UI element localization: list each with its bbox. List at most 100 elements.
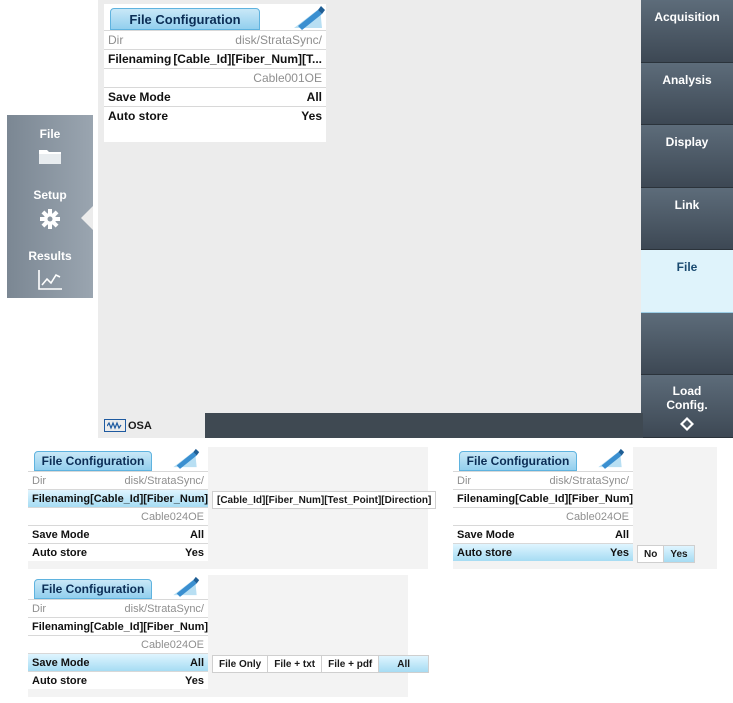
filenaming-row[interactable]: Filenaming [Cable_Id][Fiber_Num][T...: [28, 489, 208, 507]
filenaming-value: [Cable_Id][Fiber_Num][T...: [173, 52, 322, 66]
nav-file[interactable]: File: [7, 115, 93, 176]
panel-title: File Configuration: [34, 579, 152, 599]
panel-header: File Configuration: [28, 575, 208, 599]
nav-setup-label: Setup: [33, 188, 67, 202]
option-yes[interactable]: Yes: [664, 546, 694, 562]
auto-store-row[interactable]: Auto store Yes: [28, 671, 208, 689]
file-configuration-panel: File Configuration Dir disk/StrataSync/ …: [104, 4, 326, 142]
filenaming-label: Filenaming: [108, 52, 172, 66]
dir-label: Dir: [457, 474, 472, 487]
file-configuration-panel: File Configuration Dir disk/StrataSync/ …: [28, 575, 208, 689]
panel-title: File Configuration: [34, 451, 152, 471]
auto-store-value: Yes: [185, 546, 204, 559]
save-mode-example-panel: File Configuration Dir disk/StrataSync/ …: [28, 575, 430, 697]
filenaming-popup-text: [Cable_Id][Fiber_Num][Test_Point][Direct…: [217, 494, 432, 506]
swap-icon: [679, 416, 695, 435]
option-file-txt[interactable]: File + txt: [268, 656, 323, 672]
auto-store-row[interactable]: Auto store Yes: [28, 543, 208, 561]
filenaming-value: [Cable_Id][Fiber_Num][T...: [90, 620, 208, 633]
load-config-line1: Load: [672, 384, 702, 399]
softkey-acquisition[interactable]: Acquisition: [641, 0, 733, 63]
save-mode-options: File Only File + txt File + pdf All: [212, 655, 430, 673]
option-all[interactable]: All: [379, 656, 429, 672]
save-mode-value: All: [189, 656, 204, 669]
filename-value: Cable024OE: [141, 638, 204, 651]
chart-icon: [37, 269, 63, 294]
softkey-analysis[interactable]: Analysis: [641, 62, 733, 125]
filenaming-popup[interactable]: [Cable_Id][Fiber_Num][Test_Point][Direct…: [212, 491, 437, 509]
auto-store-example-panel: File Configuration Dir disk/StrataSync/ …: [453, 447, 717, 569]
dir-label: Dir: [32, 474, 47, 487]
filenaming-row[interactable]: Filenaming [Cable_Id][Fiber_Num][T...: [28, 617, 208, 635]
file-configuration-panel: File Configuration Dir disk/StrataSync/ …: [453, 447, 633, 561]
folder-icon: [38, 147, 62, 168]
filenaming-value: [Cable_Id][Fiber_Num][T...: [90, 492, 208, 505]
panel-header: File Configuration: [28, 447, 208, 471]
save-mode-row[interactable]: Save Mode All: [104, 87, 326, 106]
filename-value: Cable001OE: [253, 71, 322, 85]
auto-store-row[interactable]: Auto store Yes: [453, 543, 633, 561]
filenaming-row[interactable]: Filenaming [Cable_Id][Fiber_Num][T...: [104, 49, 326, 68]
filenaming-label: Filenaming: [32, 620, 91, 633]
save-mode-value: All: [306, 90, 322, 104]
softkey-display[interactable]: Display: [641, 125, 733, 188]
auto-store-value: Yes: [185, 674, 204, 687]
pen-icon: [170, 575, 200, 602]
save-mode-label: Save Mode: [32, 656, 90, 669]
option-file-only[interactable]: File Only: [213, 656, 269, 672]
status-bar-dark: [205, 413, 643, 438]
softkey-empty[interactable]: [641, 312, 733, 375]
status-bar: OSA: [98, 413, 643, 438]
panel-title: File Configuration: [459, 451, 577, 471]
pen-icon: [170, 447, 200, 474]
option-no[interactable]: No: [638, 546, 665, 562]
save-mode-value: All: [614, 528, 629, 541]
filename-value: Cable024OE: [566, 510, 629, 523]
auto-store-row[interactable]: Auto store Yes: [104, 106, 326, 125]
filename-row: Cable024OE: [453, 507, 633, 525]
content-area: File Configuration Dir disk/StrataSync/ …: [98, 0, 641, 438]
pen-icon: [595, 447, 625, 474]
main-screen: File Configuration Dir disk/StrataSync/ …: [98, 0, 733, 438]
filename-row: Cable024OE: [28, 635, 208, 653]
dir-value: disk/StrataSync/: [124, 474, 204, 487]
dir-label: Dir: [108, 33, 124, 47]
filename-row: Cable024OE: [28, 507, 208, 525]
panel-title: File Configuration: [110, 8, 260, 30]
auto-store-label: Auto store: [32, 674, 87, 687]
softkey-link[interactable]: Link: [641, 187, 733, 250]
auto-store-label: Auto store: [457, 546, 512, 559]
save-mode-row[interactable]: Save Mode All: [453, 525, 633, 543]
panel-header: File Configuration: [104, 4, 326, 30]
filename-value: Cable024OE: [141, 510, 204, 523]
auto-store-value: Yes: [301, 109, 322, 123]
save-mode-label: Save Mode: [457, 528, 515, 541]
dir-value: disk/StrataSync/: [549, 474, 629, 487]
osa-wave-icon: [104, 419, 126, 432]
filenaming-row[interactable]: Filenaming [Cable_Id][Fiber_Num][T...: [453, 489, 633, 507]
save-mode-label: Save Mode: [32, 528, 90, 541]
pen-icon: [290, 4, 326, 35]
status-mode: OSA: [98, 413, 205, 438]
auto-store-value: Yes: [610, 546, 629, 559]
file-configuration-panel: File Configuration Dir disk/StrataSync/ …: [28, 447, 208, 561]
panel-header: File Configuration: [453, 447, 633, 471]
status-mode-label: OSA: [128, 419, 152, 432]
softkey-bar: Acquisition Analysis Display Link File L…: [641, 0, 733, 438]
save-mode-value: All: [189, 528, 204, 541]
nav-results[interactable]: Results: [7, 237, 93, 298]
auto-store-options: No Yes: [637, 545, 695, 563]
nav-selection-pointer: [81, 206, 93, 230]
softkey-load-config[interactable]: Load Config.: [641, 375, 733, 438]
filenaming-example-panel: File Configuration Dir disk/StrataSync/ …: [28, 447, 437, 569]
auto-store-label: Auto store: [108, 109, 168, 123]
save-mode-row[interactable]: Save Mode All: [28, 653, 208, 671]
load-config-line2: Config.: [666, 398, 708, 413]
nav-file-label: File: [39, 127, 61, 141]
filenaming-value: [Cable_Id][Fiber_Num][T...: [515, 492, 633, 505]
dir-label: Dir: [32, 602, 47, 615]
save-mode-row[interactable]: Save Mode All: [28, 525, 208, 543]
softkey-file[interactable]: File: [641, 250, 733, 313]
option-file-pdf[interactable]: File + pdf: [322, 656, 380, 672]
filenaming-label: Filenaming: [32, 492, 91, 505]
